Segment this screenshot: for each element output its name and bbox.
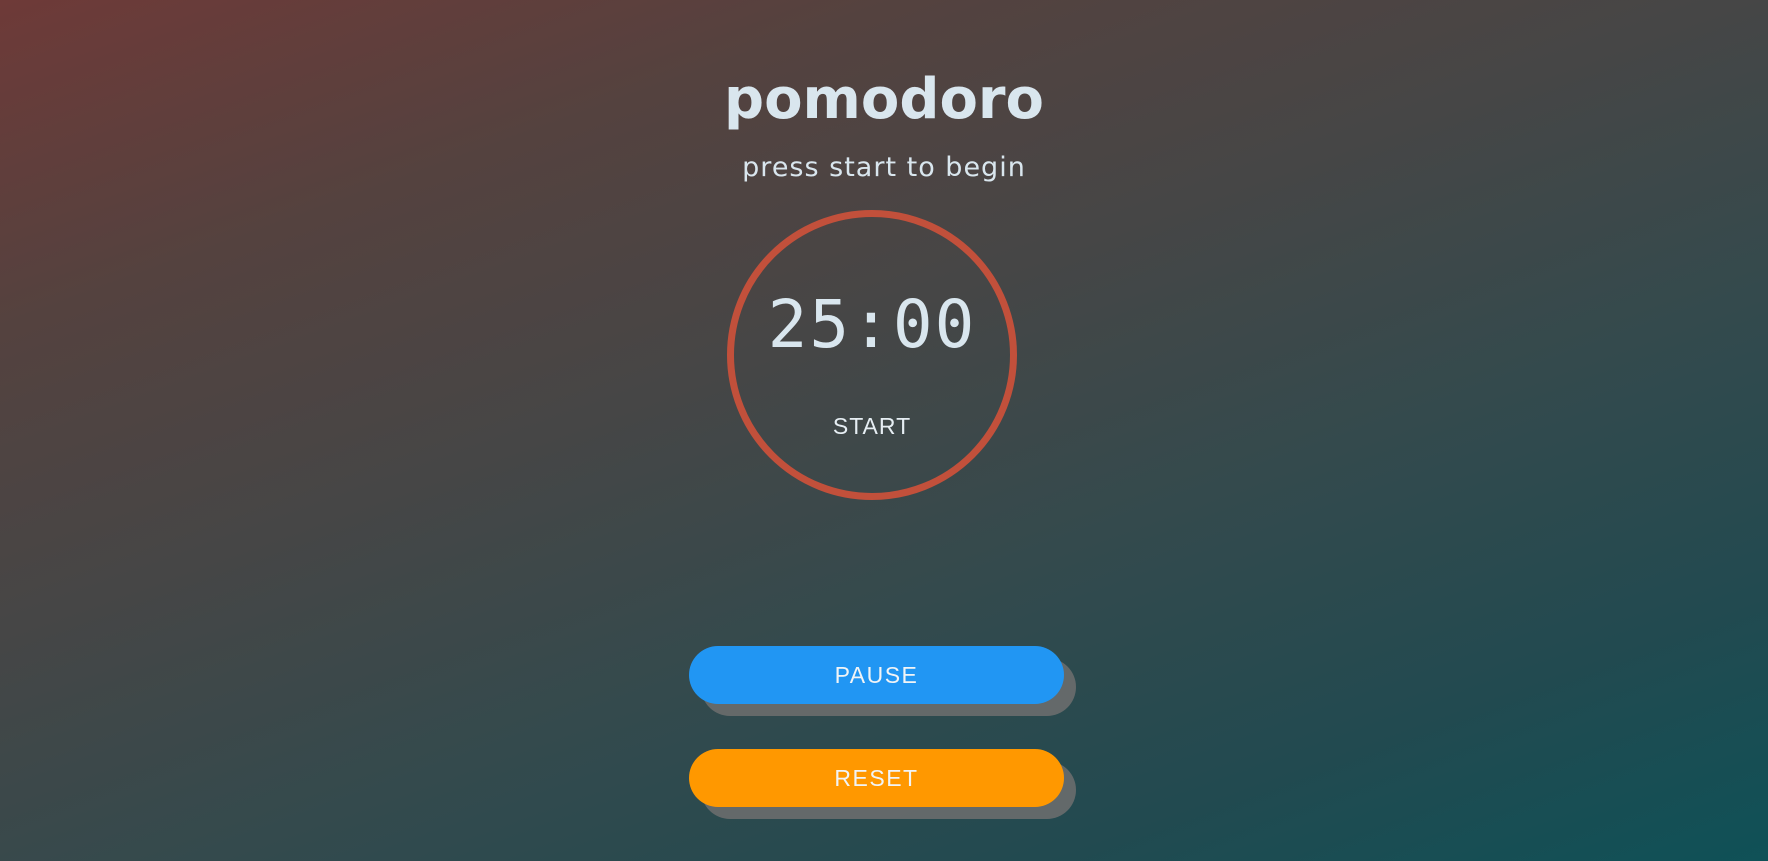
pause-button-container: PAUSE — [689, 646, 1076, 716]
timer-display: 25:00 — [767, 286, 977, 363]
reset-button[interactable]: RESET — [689, 749, 1064, 807]
timer-circle[interactable]: 25:00 START — [727, 210, 1017, 500]
app-title: pomodoro — [723, 67, 1045, 132]
pause-button[interactable]: PAUSE — [689, 646, 1064, 704]
reset-button-container: RESET — [689, 749, 1076, 819]
start-button[interactable]: START — [734, 412, 1010, 440]
status-subtitle: press start to begin — [742, 152, 1026, 183]
